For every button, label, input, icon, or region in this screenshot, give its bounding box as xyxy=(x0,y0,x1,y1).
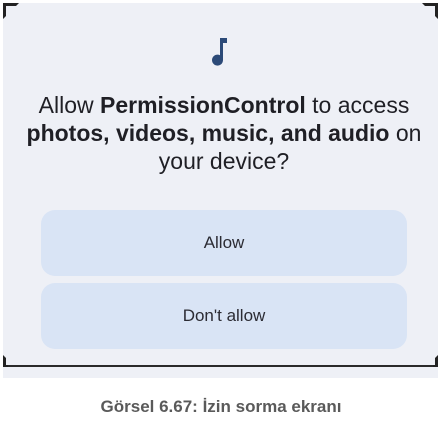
media-types: photos, videos, music, and audio xyxy=(26,120,390,146)
allow-button[interactable]: Allow xyxy=(41,210,407,276)
crop-corner-bottom-right xyxy=(420,353,438,371)
figure-caption: Görsel 6.67: İzin sorma ekranı xyxy=(100,397,342,416)
allow-button-label: Allow xyxy=(203,233,245,252)
crop-corner-top-left xyxy=(3,3,21,21)
permission-dialog: Allow PermissionControl to access photos… xyxy=(3,3,438,378)
crop-corner-top-right xyxy=(420,3,438,21)
prompt-middle: to access xyxy=(305,92,410,118)
page: Allow PermissionControl to access photos… xyxy=(0,0,442,425)
dont-allow-button[interactable]: Don't allow xyxy=(41,283,407,349)
dont-allow-button-label: Don't allow xyxy=(182,306,266,325)
prompt-prefix: Allow xyxy=(38,92,101,118)
crop-corner-bottom-left xyxy=(3,353,21,371)
permission-prompt: Allow PermissionControl to access photos… xyxy=(13,91,435,175)
music-note-icon xyxy=(212,38,227,66)
app-name: PermissionControl xyxy=(100,92,306,118)
bottom-divider xyxy=(8,365,433,367)
